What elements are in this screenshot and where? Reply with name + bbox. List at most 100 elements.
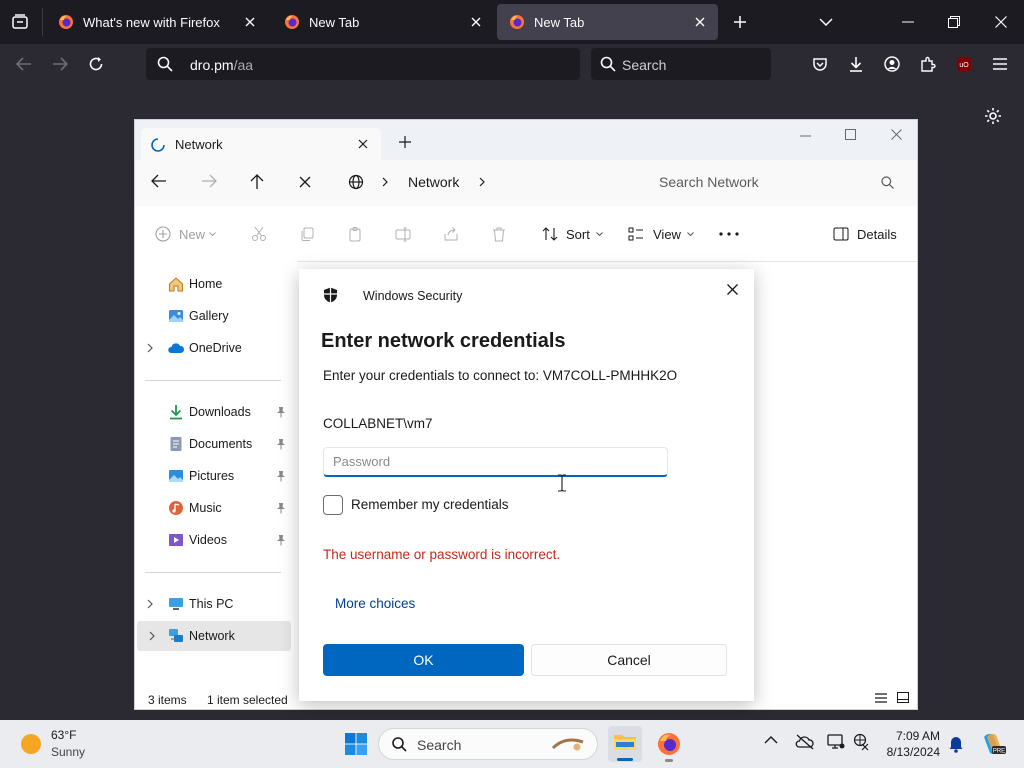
nav-item-videos[interactable]: Videos — [135, 525, 297, 555]
rename-button[interactable] — [395, 223, 411, 245]
close-tab-icon[interactable] — [355, 136, 371, 152]
details-button[interactable]: Details — [833, 223, 897, 245]
firefox-taskbar-button[interactable] — [652, 726, 686, 762]
cancel-button[interactable]: Cancel — [531, 644, 727, 676]
search-bar[interactable] — [591, 48, 771, 80]
view-button[interactable]: View — [628, 223, 694, 245]
ok-button[interactable]: OK — [323, 644, 524, 676]
nav-item-music[interactable]: Music — [135, 493, 297, 523]
running-app-indicator — [665, 759, 673, 762]
nav-item-onedrive[interactable]: OneDrive — [135, 333, 297, 363]
explorer-maximize-button[interactable] — [840, 124, 860, 144]
nav-item-gallery[interactable]: Gallery — [135, 301, 297, 331]
browser-tab[interactable]: New Tab — [272, 4, 494, 40]
pin-icon[interactable] — [276, 502, 286, 514]
password-field[interactable] — [323, 447, 668, 477]
explorer-forward-button[interactable] — [201, 174, 217, 188]
clock-date[interactable]: 8/13/2024 — [858, 745, 940, 759]
details-view-icon[interactable] — [875, 693, 887, 703]
show-hidden-icons-button[interactable] — [764, 736, 778, 744]
explorer-stop-button[interactable] — [299, 176, 311, 188]
minimize-button[interactable] — [896, 10, 920, 34]
explorer-minimize-button[interactable] — [795, 126, 815, 146]
extensions-button[interactable] — [916, 52, 940, 76]
start-button[interactable] — [342, 730, 370, 758]
account-button[interactable] — [880, 52, 904, 76]
onedrive-tray-button[interactable] — [795, 734, 815, 750]
breadcrumb-chevron-icon[interactable] — [382, 177, 388, 187]
share-button[interactable] — [443, 223, 459, 245]
browser-tab-active[interactable]: New Tab — [497, 4, 718, 40]
pin-icon[interactable] — [276, 406, 286, 418]
copy-button[interactable] — [299, 223, 315, 245]
url-text[interactable]: dro.pm/aa — [190, 57, 253, 73]
close-tab-icon[interactable] — [464, 10, 488, 34]
chevron-down-icon — [819, 18, 833, 26]
remember-credentials-label[interactable]: Remember my credentials — [351, 497, 509, 512]
see-more-button[interactable] — [719, 223, 739, 245]
new-button[interactable]: New — [155, 223, 216, 245]
navigation-pane: Home Gallery OneDrive Downloads Document… — [135, 261, 297, 691]
hamburger-menu-icon — [993, 58, 1007, 70]
taskbar-search-box[interactable] — [378, 728, 598, 760]
close-icon — [995, 16, 1007, 28]
pocket-button[interactable] — [808, 52, 832, 76]
chevron-right-icon[interactable] — [149, 631, 155, 641]
pin-icon[interactable] — [276, 470, 286, 482]
nav-item-network[interactable]: Network — [137, 621, 291, 651]
sun-icon — [21, 734, 41, 754]
reload-button[interactable] — [84, 52, 108, 76]
restore-button[interactable] — [942, 10, 966, 34]
sort-button[interactable]: Sort — [542, 223, 603, 245]
browser-tab[interactable]: What's new with Firefox — [46, 4, 268, 40]
downloads-button[interactable] — [844, 52, 868, 76]
chevron-right-icon[interactable] — [147, 599, 153, 609]
clock-time[interactable]: 7:09 AM — [868, 729, 940, 743]
arrow-up-icon — [250, 174, 264, 189]
explorer-tab[interactable]: Network — [141, 128, 381, 160]
cut-button[interactable] — [251, 223, 267, 245]
close-tab-icon[interactable] — [238, 10, 262, 34]
nav-item-this-pc[interactable]: This PC — [135, 589, 297, 619]
url-host: dro.pm — [190, 57, 234, 73]
list-all-tabs-button[interactable] — [814, 10, 838, 34]
firefox-view-icon[interactable] — [8, 10, 32, 34]
breadcrumb-chevron-icon[interactable] — [479, 177, 485, 187]
forward-button[interactable] — [48, 52, 72, 76]
notifications-button[interactable] — [948, 735, 964, 753]
breadcrumb[interactable]: Network — [408, 174, 459, 190]
paste-button[interactable] — [347, 223, 363, 245]
explorer-close-button[interactable] — [886, 124, 906, 144]
dialog-close-button[interactable] — [722, 279, 742, 299]
explorer-back-button[interactable] — [151, 174, 167, 188]
pin-icon[interactable] — [276, 438, 286, 450]
copilot-button[interactable]: PRE — [980, 731, 1006, 757]
back-button[interactable] — [12, 52, 36, 76]
nav-item-pictures[interactable]: Pictures — [135, 461, 297, 491]
chevron-right-icon[interactable] — [147, 343, 153, 353]
nav-item-downloads[interactable]: Downloads — [135, 397, 297, 427]
delete-button[interactable] — [491, 223, 507, 245]
ublock-origin-button[interactable]: uO — [952, 52, 976, 76]
app-menu-button[interactable] — [988, 52, 1012, 76]
explorer-up-button[interactable] — [250, 174, 264, 190]
display-tray-button[interactable] — [827, 734, 845, 750]
new-explorer-tab-button[interactable] — [397, 134, 413, 150]
more-choices-link[interactable]: More choices — [335, 596, 415, 611]
tab-title: New Tab — [309, 14, 360, 30]
nav-item-home[interactable]: Home — [135, 269, 297, 299]
remember-credentials-checkbox[interactable] — [323, 495, 343, 515]
tiles-view-icon[interactable] — [897, 692, 909, 703]
close-icon — [299, 176, 311, 188]
file-explorer-taskbar-button[interactable] — [608, 726, 642, 762]
minimize-icon — [902, 21, 914, 23]
nav-item-documents[interactable]: Documents — [135, 429, 297, 459]
close-tab-icon[interactable] — [688, 10, 712, 34]
new-tab-button[interactable] — [728, 10, 752, 34]
explorer-search-box[interactable]: Search Network — [635, 166, 905, 198]
page-settings-button[interactable] — [981, 104, 1005, 128]
pin-icon[interactable] — [276, 534, 286, 546]
computer-icon — [169, 598, 183, 610]
close-window-button[interactable] — [989, 10, 1013, 34]
search-icon — [157, 56, 173, 72]
